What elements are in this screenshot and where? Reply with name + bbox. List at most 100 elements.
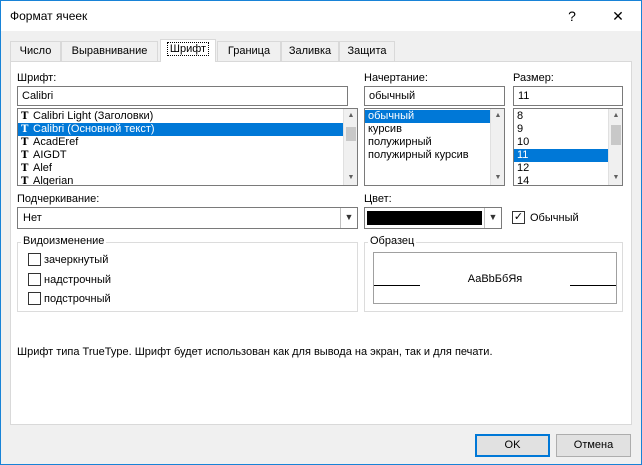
tab-label: Выравнивание <box>71 45 148 57</box>
help-button[interactable]: ? <box>549 1 595 31</box>
strikethrough-label: зачеркнутый <box>44 254 109 266</box>
size-item-label: 8 <box>517 110 524 122</box>
strikethrough-checkbox[interactable] <box>28 253 41 266</box>
truetype-font-icon: T <box>21 176 29 186</box>
tab-fill[interactable]: Заливка <box>281 41 339 61</box>
style-list-item[interactable]: полужирный курсив <box>365 149 504 162</box>
size-list-item[interactable]: 11 <box>514 149 622 162</box>
color-dropdown[interactable]: ▼ <box>364 207 502 229</box>
underline-value: Нет <box>23 212 42 224</box>
underline-label: Подчеркивание: <box>17 193 100 205</box>
color-swatch <box>367 211 482 225</box>
style-list[interactable]: обычный курсив полужирный полужирный курсив… <box>364 108 505 186</box>
font-label: Шрифт: <box>17 72 57 84</box>
style-list-item[interactable]: курсив <box>365 123 504 136</box>
superscript-label: надстрочный <box>44 274 111 286</box>
font-list[interactable]: T Calibri Light (Заголовки) T Calibri (Осно… <box>17 108 358 186</box>
tab-protection[interactable]: Защита <box>339 41 395 61</box>
size-item-label: 14 <box>517 175 530 186</box>
tab-label: Граница <box>227 45 271 57</box>
preview-label: Образец <box>368 235 417 247</box>
tab-font[interactable]: Шрифт <box>160 39 216 62</box>
tab-alignment[interactable]: Выравнивание <box>61 41 158 61</box>
size-list-scrollbar[interactable]: ▲ ▼ <box>608 109 622 185</box>
checkmark-icon: ✓ <box>513 211 524 223</box>
tab-label: Шрифт <box>166 42 210 56</box>
font-item-label: AIGDT <box>33 149 67 161</box>
size-item-label: 9 <box>517 123 524 135</box>
chevron-down-icon[interactable]: ▼ <box>484 208 501 228</box>
normal-font-label: Обычный <box>530 212 579 224</box>
chevron-down-icon[interactable]: ▼ <box>340 208 357 228</box>
scroll-up-icon[interactable]: ▲ <box>609 109 622 123</box>
style-list-item[interactable]: полужирный <box>365 136 504 149</box>
subscript-checkbox[interactable] <box>28 292 41 305</box>
style-list-scrollbar[interactable]: ▲ ▼ <box>490 109 504 185</box>
font-list-item[interactable]: T Calibri Light (Заголовки) <box>18 110 357 123</box>
font-item-label: Calibri Light (Заголовки) <box>33 110 154 122</box>
tab-border[interactable]: Граница <box>217 41 281 61</box>
scroll-down-icon[interactable]: ▼ <box>609 171 622 185</box>
style-label: Начертание: <box>364 72 428 84</box>
close-button[interactable]: ✕ <box>595 1 641 31</box>
truetype-font-icon: T <box>21 150 29 161</box>
effects-label: Видоизменение <box>21 235 107 247</box>
underline-dropdown[interactable]: Нет ▼ <box>17 207 358 229</box>
truetype-font-icon: T <box>21 111 29 122</box>
font-list-item[interactable]: T Calibri (Основной текст) <box>18 123 357 136</box>
scroll-thumb[interactable] <box>346 127 356 141</box>
format-cells-dialog: Формат ячеек ? ✕ Число Выравнивание Шриф… <box>0 0 642 465</box>
size-list-item[interactable]: 12 <box>514 162 622 175</box>
font-list-item[interactable]: T Alef <box>18 162 357 175</box>
normal-font-checkbox[interactable]: ✓ <box>512 211 525 224</box>
size-list[interactable]: 8 9 10 11 12 14 ▲ ▼ <box>513 108 623 186</box>
tab-label: Заливка <box>288 45 332 57</box>
size-list-item[interactable]: 9 <box>514 123 622 136</box>
preview-sample: АаВbБбЯя <box>467 273 523 285</box>
font-item-label: Algerian <box>33 175 74 186</box>
truetype-font-icon: T <box>21 124 29 135</box>
preview-box: АаВbБбЯя <box>373 252 617 304</box>
style-item-label: курсив <box>368 123 402 135</box>
size-label: Размер: <box>513 72 554 84</box>
cancel-button[interactable]: Отмена <box>556 434 631 457</box>
size-item-label: 11 <box>517 149 529 161</box>
scroll-up-icon[interactable]: ▲ <box>344 109 357 123</box>
scroll-down-icon[interactable]: ▼ <box>344 171 357 185</box>
style-item-label: обычный <box>368 110 415 122</box>
truetype-font-icon: T <box>21 163 29 174</box>
font-input[interactable]: Calibri <box>17 86 348 106</box>
font-list-item[interactable]: T AIGDT <box>18 149 357 162</box>
size-item-label: 10 <box>517 136 530 148</box>
preview-baseline-left <box>374 285 420 286</box>
font-list-item[interactable]: T Algerian <box>18 175 357 186</box>
font-type-note: Шрифт типа TrueType. Шрифт будет использ… <box>17 346 493 358</box>
font-item-label: Calibri (Основной текст) <box>33 123 155 135</box>
size-item-label: 12 <box>517 162 530 174</box>
font-list-item[interactable]: T AcadEref <box>18 136 357 149</box>
size-list-item[interactable]: 8 <box>514 110 622 123</box>
tab-label: Защита <box>347 45 387 57</box>
tab-number[interactable]: Число <box>10 41 61 61</box>
size-list-item[interactable]: 10 <box>514 136 622 149</box>
font-item-label: Alef <box>33 162 52 174</box>
color-label: Цвет: <box>364 193 392 205</box>
scroll-down-icon[interactable]: ▼ <box>491 171 504 185</box>
size-list-item[interactable]: 14 <box>514 175 622 186</box>
subscript-label: подстрочный <box>44 293 111 305</box>
size-input[interactable]: 11 <box>513 86 623 106</box>
dialog-title: Формат ячеек <box>10 9 88 23</box>
scroll-thumb[interactable] <box>611 125 621 145</box>
style-item-label: полужирный <box>368 136 432 148</box>
style-input[interactable]: обычный <box>364 86 505 106</box>
ok-button[interactable]: OK <box>475 434 550 457</box>
font-list-scrollbar[interactable]: ▲ ▼ <box>343 109 357 185</box>
font-item-label: AcadEref <box>33 136 79 148</box>
truetype-font-icon: T <box>21 137 29 148</box>
superscript-checkbox[interactable] <box>28 273 41 286</box>
preview-baseline-right <box>570 285 616 286</box>
style-list-item[interactable]: обычный <box>365 110 504 123</box>
tab-label: Число <box>19 45 52 57</box>
style-item-label: полужирный курсив <box>368 149 469 161</box>
scroll-up-icon[interactable]: ▲ <box>491 109 504 123</box>
